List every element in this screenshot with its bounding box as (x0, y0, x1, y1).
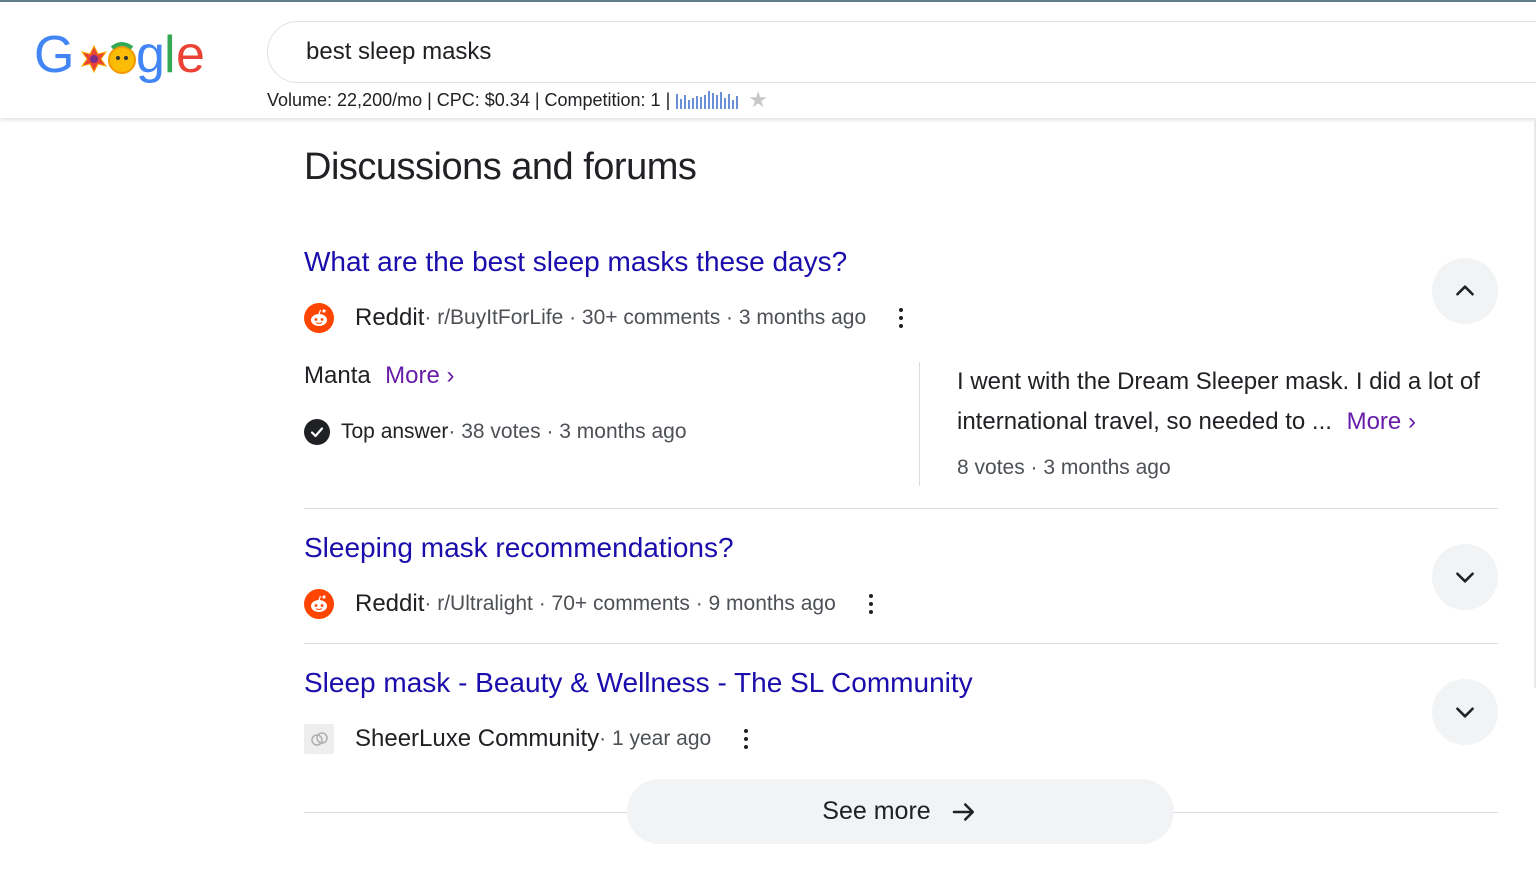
chevron-down-icon (1456, 707, 1474, 718)
trend-bar (700, 97, 703, 109)
keyword-stats-bar: Volume: 22,200/mo | CPC: $0.34 | Competi… (267, 88, 768, 112)
trend-bar (680, 99, 683, 109)
favorite-star-icon[interactable]: ★ (748, 89, 768, 111)
trend-bar (724, 98, 727, 109)
trend-bar (712, 93, 715, 109)
google-doodle-logo[interactable]: G g l e (34, 24, 205, 88)
more-link-label: More (385, 362, 440, 389)
see-more-label: See more (822, 797, 931, 825)
source-meta: · r/Ultralight · 70+ comments · 9 months… (424, 592, 836, 615)
source-meta: · 1 year ago (599, 727, 712, 750)
answer-right: I went with the Dream Sleeper mask. I di… (957, 362, 1497, 442)
trend-bar (688, 100, 691, 109)
keyword-stats-text: Volume: 22,200/mo | CPC: $0.34 | Competi… (267, 89, 671, 110)
search-input[interactable] (306, 36, 1206, 68)
section-title: Discussions and forums (304, 146, 697, 188)
more-link-label: More (1346, 408, 1402, 435)
svg-text:g: g (136, 26, 165, 84)
trend-bar (736, 96, 739, 109)
trend-bar (676, 94, 679, 109)
trend-bar (684, 95, 687, 109)
result-source-row: Reddit · r/BuyItForLife · 30+ comments ·… (304, 302, 906, 334)
checkmark-icon (304, 419, 330, 445)
answer-left: Manta More › (304, 362, 904, 390)
svg-text:G: G (34, 26, 74, 84)
search-header: G g l e Volume: 22,200/mo | CPC: $0.34 |… (0, 2, 1536, 118)
source-name: Reddit (355, 590, 425, 617)
collapse-button[interactable] (1432, 258, 1498, 324)
more-options-icon[interactable] (741, 729, 751, 749)
result-title-link[interactable]: What are the best sleep masks these days… (304, 246, 847, 278)
result-source-row: Reddit · r/Ultralight · 70+ comments · 9… (304, 588, 876, 620)
trend-bar (732, 100, 735, 109)
top-answer-label: Top answer (341, 420, 449, 443)
top-answer-row: Top answer · 38 votes · 3 months ago (304, 416, 687, 448)
source-name: SheerLuxe Community (355, 725, 600, 752)
expand-button[interactable] (1432, 679, 1498, 745)
more-options-icon[interactable] (866, 594, 876, 614)
svg-text:l: l (164, 26, 176, 84)
answer-text: Manta (304, 362, 371, 389)
source-name: Reddit (355, 304, 425, 331)
search-box[interactable] (267, 21, 1536, 83)
trend-bar (704, 95, 707, 109)
reddit-icon (304, 589, 334, 619)
trend-sparkline[interactable] (676, 91, 739, 109)
chevron-right-icon: › (446, 362, 455, 389)
source-meta: · r/BuyItForLife · 30+ comments · 3 mont… (424, 306, 867, 329)
chevron-down-icon (1456, 572, 1474, 583)
trend-bar (708, 91, 711, 109)
answer-divider (919, 362, 920, 486)
arrow-right-icon (952, 802, 974, 821)
result-divider (304, 508, 1498, 509)
answer-meta: 8 votes · 3 months ago (957, 456, 1171, 479)
trend-bar (728, 94, 731, 109)
google-logo-icon: G g l e (34, 26, 205, 84)
result-title-link[interactable]: Sleeping mask recommendations? (304, 532, 734, 564)
chevron-right-icon: › (1407, 408, 1416, 435)
reddit-icon (304, 303, 334, 333)
more-options-icon[interactable] (896, 308, 906, 328)
trend-bar (720, 92, 723, 109)
trend-bar (696, 96, 699, 109)
chevron-up-icon (1456, 285, 1474, 296)
top-answer-meta: · 38 votes · 3 months ago (448, 420, 687, 443)
see-more-button[interactable]: See more (627, 779, 1174, 844)
more-link[interactable]: More › (1347, 408, 1416, 435)
sheerluxe-icon (304, 724, 334, 754)
svg-text:e: e (176, 26, 204, 84)
trend-bar (716, 95, 719, 109)
result-source-row: SheerLuxe Community · 1 year ago (304, 723, 751, 755)
result-title-link[interactable]: Sleep mask - Beauty & Wellness - The SL … (304, 667, 973, 699)
trend-bar (692, 98, 695, 109)
expand-button[interactable] (1432, 544, 1498, 610)
result-divider (304, 643, 1498, 644)
more-link[interactable]: More › (385, 362, 454, 389)
